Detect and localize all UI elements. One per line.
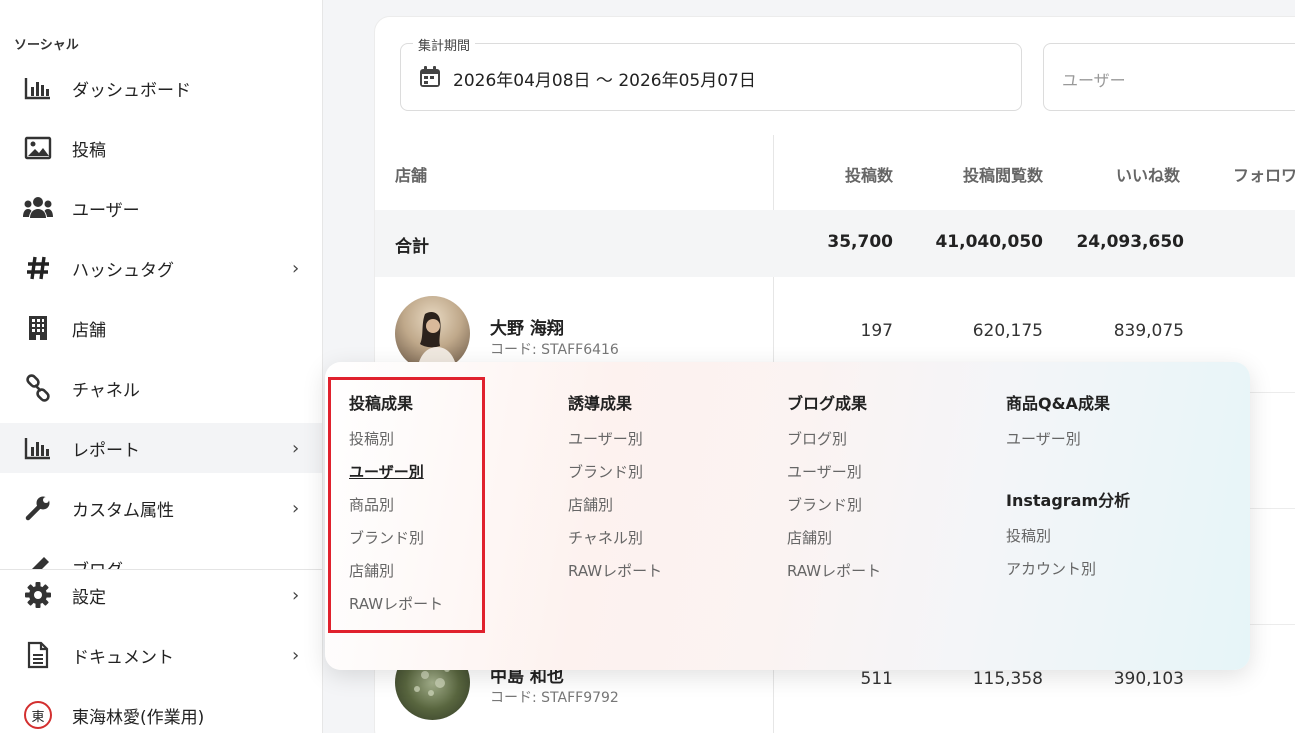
total-label: 合計 <box>395 237 429 257</box>
menu-link[interactable]: アカウント別 <box>1006 558 1130 591</box>
sidebar-item-hashtags[interactable]: ハッシュタグ › <box>0 243 322 293</box>
sidebar-item-label: 東海林愛(作業用) <box>72 707 205 728</box>
user-filter-input[interactable]: ユーザー <box>1043 43 1295 111</box>
menu-link[interactable]: 店舗別 <box>787 527 881 560</box>
document-icon <box>23 640 53 670</box>
menu-link[interactable]: ブランド別 <box>568 461 662 494</box>
highlight-box <box>328 377 485 633</box>
sidebar-item-label: ダッシュボード <box>72 80 191 101</box>
sidebar-item-posts[interactable]: 投稿 <box>0 123 322 173</box>
menu-link[interactable]: ユーザー別 <box>1006 428 1130 461</box>
sidebar-item-label: ハッシュタグ <box>72 260 174 281</box>
sidebar-item-label: レポート <box>72 440 140 461</box>
link-icon <box>23 373 53 403</box>
chevron-right-icon: › <box>292 584 300 606</box>
header-views[interactable]: 投稿閲覧数 <box>923 162 1043 186</box>
menu-link[interactable]: 投稿別 <box>1006 525 1130 558</box>
gear-icon <box>23 580 53 610</box>
header-followers[interactable]: フォロワ <box>1233 162 1295 186</box>
sidebar-item-dashboard[interactable]: ダッシュボード <box>0 63 322 113</box>
building-icon <box>23 313 53 343</box>
sidebar-item-label: 投稿 <box>72 140 106 161</box>
period-field[interactable]: 集計期間 2026年04月08日 〜 2026年05月07日 <box>400 35 1022 111</box>
sidebar-item-channels[interactable]: チャネル <box>0 363 322 413</box>
sidebar-item-documents[interactable]: ドキュメント › <box>0 630 322 680</box>
menu-column-referral-results: 誘導成果 ユーザー別 ブランド別 店舗別 チャネル別 RAWレポート <box>568 390 662 593</box>
menu-heading: 商品Q&A成果 <box>1006 394 1110 413</box>
sidebar-item-label: カスタム属性 <box>72 500 174 521</box>
bar-chart-icon <box>23 433 53 463</box>
sidebar-item-label: チャネル <box>72 380 140 401</box>
total-views: 41,040,050 <box>935 232 1043 252</box>
sidebar-item-reports[interactable]: レポート › <box>0 423 322 473</box>
chevron-right-icon: › <box>292 257 300 279</box>
menu-column-qa-results: 商品Q&A成果 ユーザー別 Instagram分析 投稿別 アカウント別 <box>1006 390 1130 591</box>
user-code: コード: STAFF6416 <box>490 342 619 358</box>
header-likes[interactable]: いいね数 <box>1065 162 1180 186</box>
row-likes: 390,103 <box>1113 669 1184 689</box>
sidebar-item-label: ユーザー <box>72 200 140 221</box>
menu-heading: ブログ成果 <box>787 394 868 413</box>
sidebar: ソーシャル ダッシュボード 投稿 ユーザー ハッシュタグ › 店舗 チャネル レ… <box>0 0 323 733</box>
menu-link[interactable]: チャネル別 <box>568 527 662 560</box>
sidebar-item-label: 店舗 <box>72 320 106 341</box>
menu-link[interactable]: ユーザー別 <box>568 428 662 461</box>
sidebar-item-account[interactable]: 東 東海林愛(作業用) <box>0 690 322 733</box>
menu-link[interactable]: ユーザー別 <box>787 461 881 494</box>
sidebar-scroll-area[interactable]: ソーシャル ダッシュボード 投稿 ユーザー ハッシュタグ › 店舗 チャネル レ… <box>0 0 322 569</box>
image-icon <box>23 133 53 163</box>
sidebar-item-stores[interactable]: 店舗 <box>0 303 322 353</box>
sidebar-item-blog[interactable]: ブログ <box>0 543 322 569</box>
row-views: 620,175 <box>972 321 1043 341</box>
user-filter-placeholder: ユーザー <box>1062 71 1126 90</box>
sidebar-item-users[interactable]: ユーザー <box>0 183 322 233</box>
sidebar-item-label: 設定 <box>72 587 106 608</box>
total-row: 合計 35,700 41,040,050 24,093,650 <box>375 210 1295 277</box>
row-posts: 511 <box>860 669 893 689</box>
avatar-char: 東 <box>24 701 52 729</box>
sidebar-section-label: ソーシャル <box>14 38 79 53</box>
menu-column-blog-results: ブログ成果 ブログ別 ユーザー別 ブランド別 店舗別 RAWレポート <box>787 390 881 593</box>
wrench-icon <box>23 493 53 523</box>
total-posts: 35,700 <box>827 232 893 252</box>
header-store[interactable]: 店舗 <box>395 162 427 186</box>
menu-link[interactable]: RAWレポート <box>568 560 662 593</box>
menu-link[interactable]: ブログ別 <box>787 428 881 461</box>
calendar-icon <box>419 66 441 92</box>
users-icon <box>23 193 53 223</box>
sidebar-item-label: ドキュメント <box>72 647 174 668</box>
account-avatar: 東 <box>23 700 53 730</box>
row-posts: 197 <box>860 321 893 341</box>
menu-heading-instagram: Instagram分析 <box>1006 491 1131 510</box>
row-likes: 839,075 <box>1113 321 1184 341</box>
sidebar-item-custom-attributes[interactable]: カスタム属性 › <box>0 483 322 533</box>
sidebar-item-settings[interactable]: 設定 › <box>0 570 322 620</box>
bar-chart-icon <box>23 73 53 103</box>
row-views: 115,358 <box>972 669 1043 689</box>
menu-link[interactable]: ブランド別 <box>787 494 881 527</box>
chevron-right-icon: › <box>292 644 300 666</box>
chevron-right-icon: › <box>292 497 300 519</box>
total-likes: 24,093,650 <box>1076 232 1184 252</box>
user-name[interactable]: 大野 海翔 <box>490 314 564 339</box>
menu-link[interactable]: RAWレポート <box>787 560 881 593</box>
period-label: 集計期間 <box>413 35 476 54</box>
user-code: コード: STAFF9792 <box>490 690 619 706</box>
menu-link[interactable]: 店舗別 <box>568 494 662 527</box>
hashtag-icon <box>23 253 53 283</box>
pencil-icon <box>23 553 53 569</box>
sidebar-item-label: ブログ <box>72 556 123 570</box>
period-value: 2026年04月08日 〜 2026年05月07日 <box>453 71 756 91</box>
header-posts[interactable]: 投稿数 <box>805 162 893 186</box>
menu-heading: 誘導成果 <box>568 394 633 413</box>
chevron-right-icon: › <box>292 437 300 459</box>
avatar <box>395 296 470 371</box>
